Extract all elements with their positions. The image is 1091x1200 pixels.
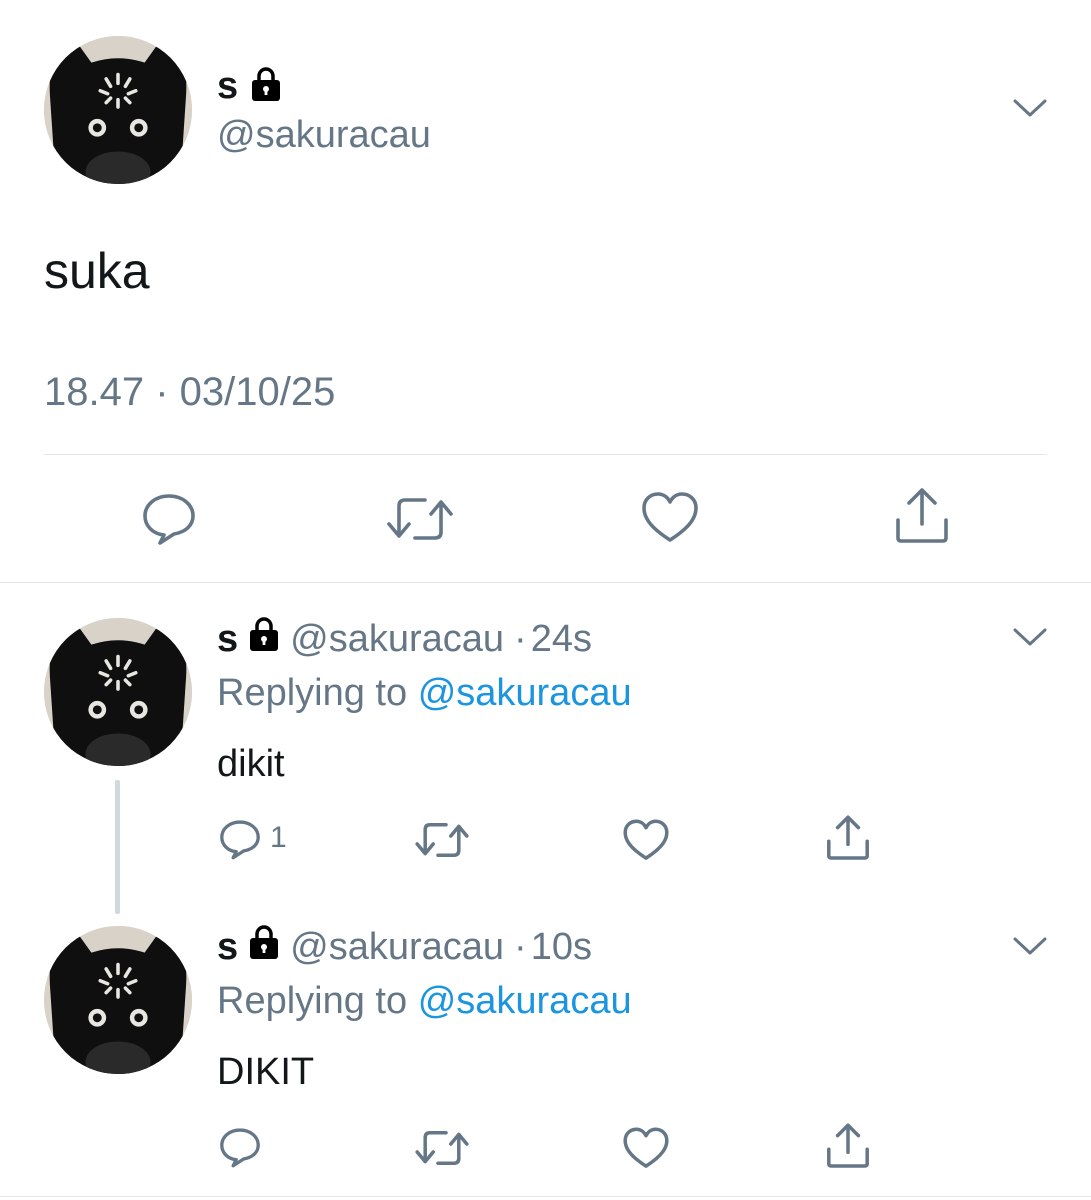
- reply-header: s @sakuracau · 10s: [217, 924, 592, 970]
- reply-count: 1: [270, 821, 287, 854]
- handle[interactable]: @sakuracau: [290, 926, 504, 969]
- retweet-button[interactable]: [414, 820, 470, 860]
- replying-to: Replying to @sakuracau: [217, 672, 632, 715]
- replying-to-handle[interactable]: @sakuracau: [418, 980, 632, 1022]
- share-icon: [827, 1123, 869, 1168]
- share-icon: [827, 815, 869, 860]
- replying-to-label: Replying to: [217, 980, 408, 1022]
- reply-button[interactable]: [218, 1124, 262, 1168]
- reply-button[interactable]: [140, 488, 198, 546]
- retweet-icon: [415, 823, 469, 857]
- like-button[interactable]: [622, 818, 670, 863]
- reply-icon: [143, 494, 195, 545]
- avatar[interactable]: [44, 36, 192, 184]
- retweet-button[interactable]: [414, 1128, 470, 1168]
- like-icon: [642, 492, 698, 542]
- share-icon: [896, 488, 948, 543]
- display-name[interactable]: s: [217, 926, 238, 969]
- avatar[interactable]: [44, 926, 192, 1074]
- divider: [0, 582, 1091, 583]
- reply-button[interactable]: 1: [218, 816, 287, 860]
- like-button[interactable]: [640, 490, 700, 546]
- replying-to-label: Replying to: [217, 672, 408, 714]
- reply-header: s @sakuracau · 24s: [217, 616, 592, 662]
- reply-time[interactable]: 24s: [531, 618, 592, 661]
- reply-icon: [220, 820, 260, 860]
- tweet-timestamp: 18.47 · 03/10/25: [44, 370, 336, 414]
- share-button[interactable]: [824, 1122, 872, 1170]
- reply-icon: [220, 1128, 260, 1168]
- cat-avatar-image: [44, 618, 192, 766]
- like-icon: [623, 819, 669, 860]
- lock-icon: [248, 924, 280, 970]
- display-name[interactable]: s: [217, 65, 238, 108]
- chevron-down-icon[interactable]: [1012, 624, 1048, 655]
- share-button[interactable]: [892, 486, 952, 546]
- reply-text: dikit: [217, 743, 285, 785]
- chevron-down-icon[interactable]: [1012, 95, 1048, 126]
- cat-avatar-image: [44, 926, 192, 1074]
- handle[interactable]: @sakuracau: [290, 618, 504, 661]
- thread-line: [115, 780, 120, 914]
- retweet-icon: [387, 498, 453, 540]
- display-name[interactable]: s: [217, 618, 238, 661]
- retweet-icon: [415, 1131, 469, 1165]
- retweet-button[interactable]: [385, 494, 455, 544]
- divider: [0, 1196, 1091, 1197]
- reply-time[interactable]: 10s: [531, 926, 592, 969]
- divider: [44, 454, 1047, 455]
- share-button[interactable]: [824, 814, 872, 862]
- handle[interactable]: @sakuracau: [217, 114, 431, 157]
- separator-dot: ·: [514, 925, 527, 968]
- chevron-down-icon[interactable]: [1012, 933, 1048, 964]
- lock-icon: [250, 66, 282, 107]
- separator-dot: ·: [514, 617, 527, 660]
- tweet-text: suka: [44, 243, 150, 299]
- avatar[interactable]: [44, 618, 192, 766]
- replying-to: Replying to @sakuracau: [217, 980, 632, 1023]
- reply-text: DIKIT: [217, 1051, 315, 1093]
- like-button[interactable]: [622, 1126, 670, 1171]
- cat-avatar-image: [44, 36, 192, 184]
- like-icon: [623, 1127, 669, 1168]
- replying-to-handle[interactable]: @sakuracau: [418, 672, 632, 714]
- lock-icon: [248, 616, 280, 662]
